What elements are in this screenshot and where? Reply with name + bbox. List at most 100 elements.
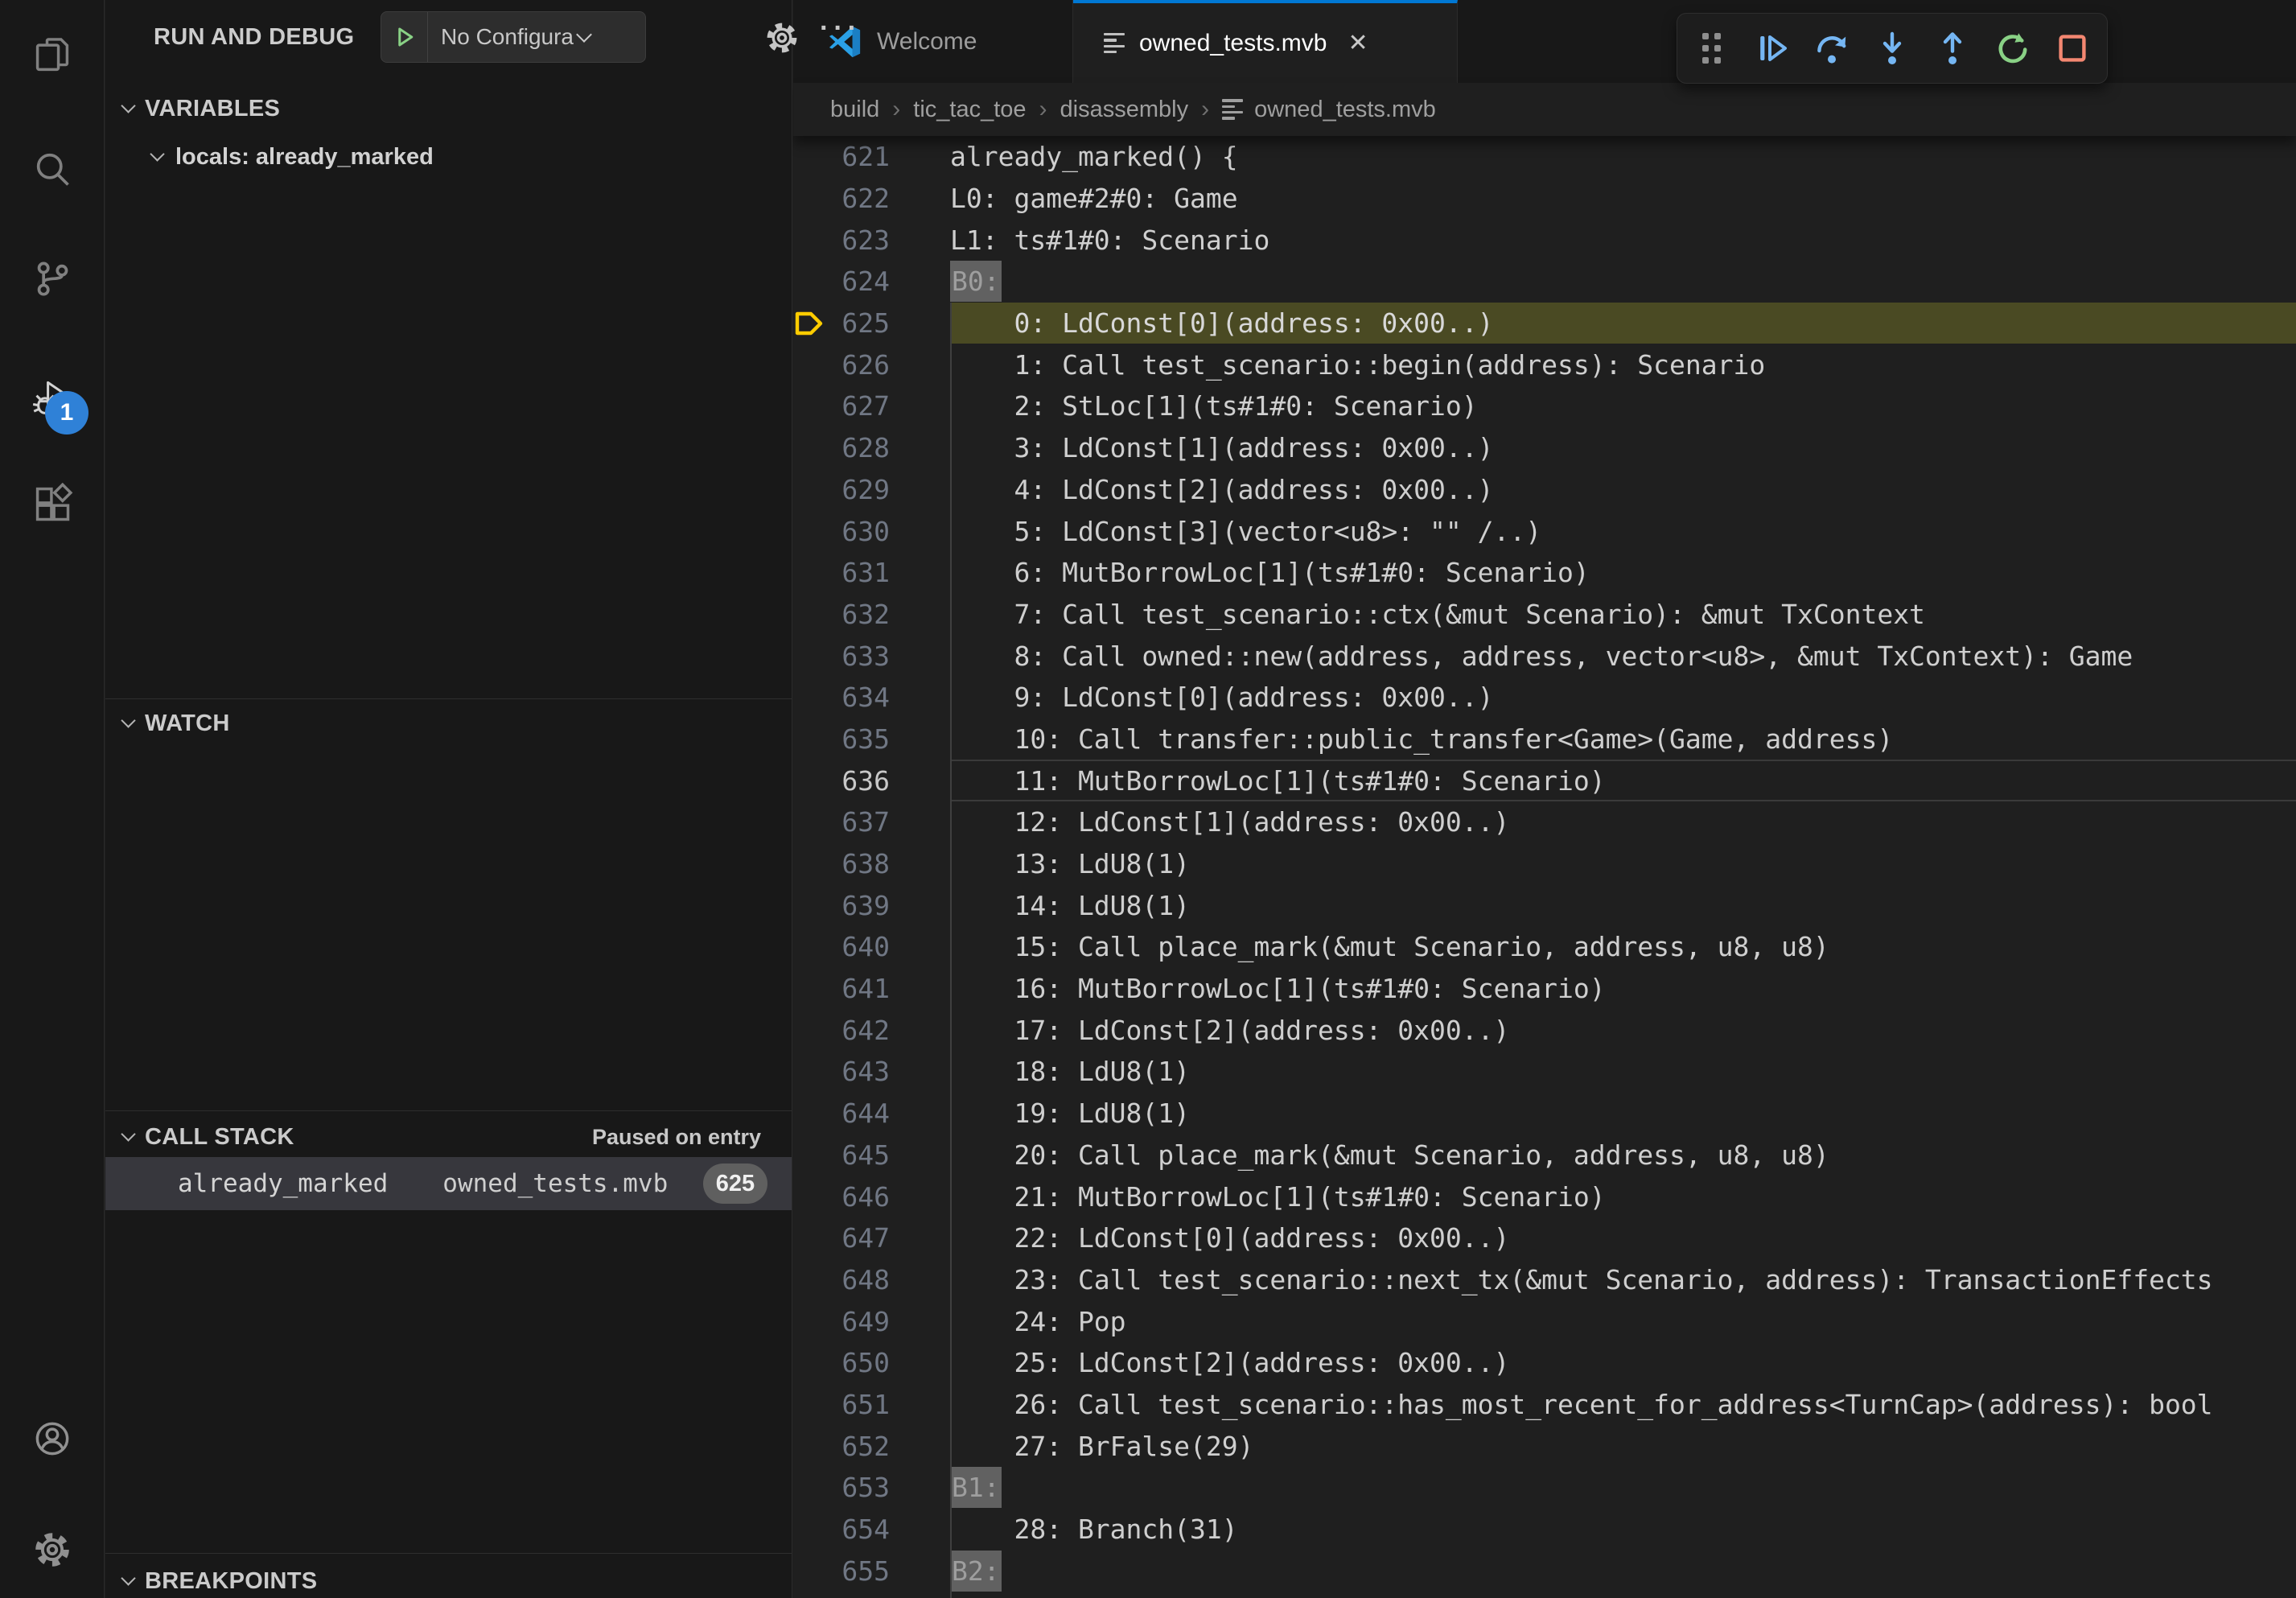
- line-number[interactable]: 636: [825, 765, 890, 797]
- code-line-text[interactable]: 13: LdU8(1): [950, 843, 2296, 885]
- code-line-text[interactable]: B2:: [950, 1550, 2296, 1592]
- breakpoint-gutter[interactable]: [793, 801, 825, 843]
- line-number[interactable]: 651: [825, 1389, 890, 1420]
- code-line-text[interactable]: 19: LdU8(1): [950, 1093, 2296, 1135]
- variables-section-header[interactable]: VARIABLES: [105, 87, 792, 130]
- code-line[interactable]: 648 23: Call test_scenario::next_tx(&mut…: [793, 1259, 2296, 1301]
- breakpoint-gutter[interactable]: [793, 344, 825, 385]
- code-line-text[interactable]: 21: MutBorrowLoc[1](ts#1#0: Scenario): [950, 1176, 2296, 1217]
- call-stack-section-header[interactable]: CALL STACK Paused on entry: [105, 1115, 792, 1159]
- code-line-text[interactable]: 12: LdConst[1](address: 0x00..): [950, 801, 2296, 843]
- line-number[interactable]: 643: [825, 1056, 890, 1087]
- code-line[interactable]: 621already_marked() {: [793, 136, 2296, 178]
- code-line-text[interactable]: 3: LdConst[1](address: 0x00..): [950, 427, 2296, 469]
- code-line[interactable]: 645 20: Call place_mark(&mut Scenario, a…: [793, 1135, 2296, 1176]
- start-debug-icon[interactable]: [381, 12, 428, 62]
- breakpoint-gutter[interactable]: [793, 1467, 825, 1509]
- execution-pointer[interactable]: [793, 303, 825, 344]
- code-line-text[interactable]: 27: BrFalse(29): [950, 1425, 2296, 1467]
- tab-owned-tests[interactable]: owned_tests.mvb ✕: [1073, 0, 1458, 83]
- code-line-text[interactable]: 20: Call place_mark(&mut Scenario, addre…: [950, 1135, 2296, 1176]
- run-and-debug-icon[interactable]: 1: [0, 343, 105, 455]
- code-line-text[interactable]: 5: LdConst[3](vector<u8>: "" /..): [950, 510, 2296, 552]
- settings-gear-icon[interactable]: [0, 1501, 105, 1598]
- code-line[interactable]: 646 21: MutBorrowLoc[1](ts#1#0: Scenario…: [793, 1176, 2296, 1217]
- code-line-text[interactable]: 23: Call test_scenario::next_tx(&mut Sce…: [950, 1259, 2296, 1301]
- line-number[interactable]: 626: [825, 349, 890, 381]
- breakpoint-gutter[interactable]: [793, 427, 825, 469]
- code-line[interactable]: 634 9: LdConst[0](address: 0x00..): [793, 677, 2296, 719]
- more-actions-icon[interactable]: ···: [820, 13, 862, 44]
- code-line-text[interactable]: B0:: [950, 261, 2296, 303]
- line-number[interactable]: 641: [825, 973, 890, 1004]
- explorer-icon[interactable]: [0, 6, 105, 103]
- code-line-text[interactable]: L0: game#2#0: Game: [950, 178, 2296, 220]
- code-line[interactable]: 649 24: Pop: [793, 1300, 2296, 1342]
- restart-button[interactable]: [1987, 23, 2039, 74]
- breakpoint-gutter[interactable]: [793, 219, 825, 261]
- step-out-button[interactable]: [1927, 23, 1978, 74]
- code-line-text[interactable]: L1: ts#1#0: Scenario: [950, 219, 2296, 261]
- debug-settings-gear-icon[interactable]: [763, 19, 800, 56]
- breakpoint-gutter[interactable]: [793, 1342, 825, 1384]
- code-line[interactable]: 626 1: Call test_scenario::begin(address…: [793, 344, 2296, 385]
- watch-section-header[interactable]: WATCH: [105, 702, 792, 745]
- code-line[interactable]: 633 8: Call owned::new(address, address,…: [793, 635, 2296, 677]
- breakpoints-section-header[interactable]: BREAKPOINTS: [105, 1559, 792, 1598]
- step-over-button[interactable]: [1806, 23, 1858, 74]
- line-number[interactable]: 622: [825, 183, 890, 214]
- line-number[interactable]: 645: [825, 1139, 890, 1171]
- breadcrumb-item[interactable]: disassembly: [1060, 97, 1189, 123]
- code-line-text[interactable]: 17: LdConst[2](address: 0x00..): [950, 1009, 2296, 1051]
- code-line[interactable]: 622 L0: game#2#0: Game: [793, 178, 2296, 220]
- code-line[interactable]: 631 6: MutBorrowLoc[1](ts#1#0: Scenario): [793, 552, 2296, 594]
- breakpoint-gutter[interactable]: [793, 719, 825, 760]
- code-line[interactable]: 628 3: LdConst[1](address: 0x00..): [793, 427, 2296, 469]
- code-line-text[interactable]: 7: Call test_scenario::ctx(&mut Scenario…: [950, 594, 2296, 636]
- breakpoint-gutter[interactable]: [793, 594, 825, 636]
- line-number[interactable]: 624: [825, 266, 890, 297]
- line-number[interactable]: 634: [825, 682, 890, 713]
- code-line[interactable]: 642 17: LdConst[2](address: 0x00..): [793, 1009, 2296, 1051]
- code-line[interactable]: 640 15: Call place_mark(&mut Scenario, a…: [793, 926, 2296, 968]
- source-control-icon[interactable]: [0, 230, 105, 327]
- breakpoint-gutter[interactable]: [793, 261, 825, 303]
- code-line-text[interactable]: 15: Call place_mark(&mut Scenario, addre…: [950, 926, 2296, 968]
- code-line[interactable]: 647 22: LdConst[0](address: 0x00..): [793, 1217, 2296, 1259]
- breadcrumb-item[interactable]: owned_tests.mvb: [1254, 97, 1436, 123]
- line-number[interactable]: 637: [825, 806, 890, 838]
- line-number[interactable]: 644: [825, 1098, 890, 1129]
- line-number[interactable]: 630: [825, 516, 890, 547]
- code-line[interactable]: 632 7: Call test_scenario::ctx(&mut Scen…: [793, 594, 2296, 636]
- code-line[interactable]: 625 0: LdConst[0](address: 0x00..): [793, 303, 2296, 344]
- code-line-text[interactable]: 9: LdConst[0](address: 0x00..): [950, 677, 2296, 719]
- code-line-text[interactable]: 24: Pop: [950, 1300, 2296, 1342]
- code-line[interactable]: 635 10: Call transfer::public_transfer<G…: [793, 719, 2296, 760]
- line-number[interactable]: 650: [825, 1347, 890, 1378]
- line-number[interactable]: 652: [825, 1431, 890, 1462]
- code-line-text[interactable]: 6: MutBorrowLoc[1](ts#1#0: Scenario): [950, 552, 2296, 594]
- line-number[interactable]: 654: [825, 1514, 890, 1545]
- line-number[interactable]: 653: [825, 1472, 890, 1503]
- breakpoint-gutter[interactable]: [793, 385, 825, 427]
- line-number[interactable]: 631: [825, 557, 890, 588]
- code-line[interactable]: 641 16: MutBorrowLoc[1](ts#1#0: Scenario…: [793, 968, 2296, 1010]
- code-line-text[interactable]: 1: Call test_scenario::begin(address): S…: [950, 344, 2296, 385]
- line-number[interactable]: 648: [825, 1264, 890, 1295]
- line-number[interactable]: 647: [825, 1222, 890, 1254]
- breakpoint-gutter[interactable]: [793, 926, 825, 968]
- line-number[interactable]: 638: [825, 848, 890, 879]
- code-line[interactable]: 630 5: LdConst[3](vector<u8>: "" /..): [793, 510, 2296, 552]
- breakpoint-gutter[interactable]: [793, 136, 825, 178]
- search-icon[interactable]: [0, 121, 105, 217]
- breakpoint-gutter[interactable]: [793, 1259, 825, 1301]
- code-line-text[interactable]: 25: LdConst[2](address: 0x00..): [950, 1342, 2296, 1384]
- line-number[interactable]: 640: [825, 931, 890, 962]
- breakpoint-gutter[interactable]: [793, 968, 825, 1010]
- code-line-text[interactable]: 14: LdU8(1): [950, 884, 2296, 926]
- step-into-button[interactable]: [1866, 23, 1918, 74]
- code-line[interactable]: 651 26: Call test_scenario::has_most_rec…: [793, 1384, 2296, 1426]
- line-number[interactable]: 621: [825, 141, 890, 172]
- breakpoint-gutter[interactable]: [793, 1425, 825, 1467]
- code-line-text[interactable]: 2: StLoc[1](ts#1#0: Scenario): [950, 385, 2296, 427]
